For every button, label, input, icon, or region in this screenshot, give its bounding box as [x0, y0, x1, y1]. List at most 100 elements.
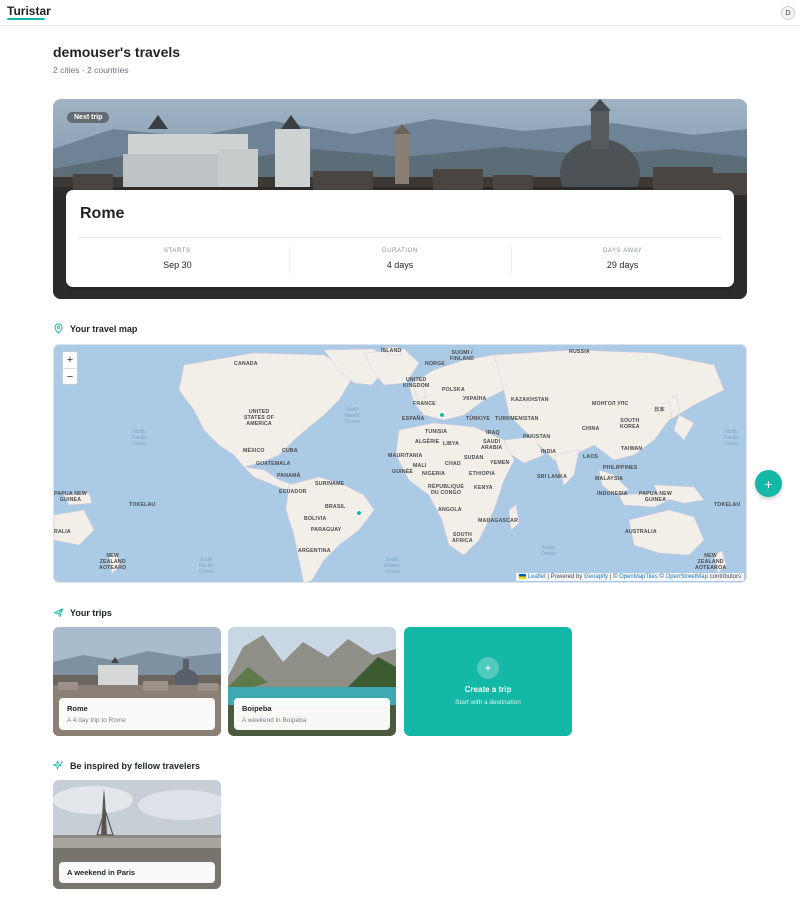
attribution-text: contributors [709, 574, 741, 580]
next-trip-badge: Next trip [67, 112, 110, 123]
zoom-out-button[interactable]: − [63, 368, 77, 384]
map-label: MADAGASCAR [478, 518, 519, 524]
map-label: TURKMENISTAN [495, 416, 539, 422]
create-trip-card[interactable]: + Create a trip Start with a destination [404, 627, 572, 736]
next-trip-hero[interactable]: Next trip Rome STARTS Sep 30 DURATION 4 … [53, 99, 747, 299]
map-label: IRAQ [486, 430, 500, 436]
map-label: SUOMI / FINLAND [450, 350, 475, 362]
map-label: RUSSIA [569, 349, 590, 355]
user-avatar[interactable]: D [781, 6, 795, 20]
map-pin-icon [54, 323, 63, 334]
attribution-link-geoapify[interactable]: Geoapify [584, 574, 608, 580]
app-logo[interactable]: Turistar [7, 4, 51, 18]
map-label: UNITED KINGDOM [403, 377, 430, 389]
map-label: УКРАЇНА [463, 396, 487, 402]
map-attribution: Leaflet | Powered by Geoapify | © OpenMa… [516, 572, 744, 581]
sea-label: South Atlantic Ocean [384, 557, 401, 575]
map-label: NEW ZEALAND AOTEAROA [695, 553, 727, 571]
map-label: PAKISTAN [523, 434, 551, 440]
map-label: PANAMÁ [277, 473, 301, 479]
map-label: LIBYA [443, 441, 460, 447]
map-label: CUBA [282, 448, 298, 454]
next-trip-card[interactable]: Rome STARTS Sep 30 DURATION 4 days DAYS … [66, 190, 734, 287]
map-label: ECUADOR [279, 489, 307, 495]
add-trip-fab[interactable]: + [755, 470, 782, 497]
trip-card-boipeba[interactable]: Boipeba A weekend in Boipeba [228, 627, 396, 736]
attribution-text: © [659, 574, 664, 580]
trip-card-rome[interactable]: Rome A 4 day trip to Rome [53, 627, 221, 736]
divider [78, 237, 722, 238]
inspiration-title: A weekend in Paris [67, 868, 136, 877]
attribution-link-osm[interactable]: OpenStreetMap [666, 574, 708, 580]
stat-value: 29 days [606, 260, 639, 270]
map-label: NEW ZEALAND AOTEARO [99, 553, 127, 571]
attribution-link-openmaptiles[interactable]: OpenMapTiles [619, 574, 658, 580]
map-label: SURINAME [315, 481, 345, 487]
map-label: PHILIPPINES [603, 465, 638, 471]
trip-title: Rome [67, 704, 88, 713]
create-trip-subtitle: Start with a destination [455, 699, 521, 706]
map-label: NORGE [425, 361, 446, 367]
map-label: TOKELAU [129, 502, 156, 508]
trip-card-info: Boipeba A weekend in Boipeba [234, 698, 390, 730]
trip-title: Boipeba [242, 704, 272, 713]
attribution-text: | Powered by [547, 574, 583, 580]
attribution-link-leaflet[interactable]: Leaflet [528, 574, 546, 580]
attribution-text: | © [609, 574, 618, 580]
trip-subtitle: A 4 day trip to Rome [67, 717, 126, 724]
sea-label: North Atlantic Ocean [344, 407, 361, 425]
map-label: PAPUA NEW GUINEA [54, 491, 87, 503]
inspiration-card-paris[interactable]: A weekend in Paris [53, 780, 221, 889]
map-label: CHINA [582, 426, 600, 432]
stat-label: STARTS [163, 248, 191, 254]
map-label: PAPUA NEW GUINEA [639, 491, 672, 503]
map-label: SAUDI ARABIA [481, 439, 503, 451]
trip-marker-rome[interactable] [439, 412, 445, 418]
stat-duration: DURATION 4 days [288, 246, 512, 274]
map-label: BOLIVIA [304, 516, 327, 522]
sea-label: North Pacific Ocean [724, 429, 739, 447]
travel-map[interactable]: + − CANADA UNITED STATES OF AMERICA MÉXI… [53, 344, 747, 583]
trip-subtitle: A weekend in Boipeba [242, 717, 307, 724]
sparkles-icon [53, 760, 64, 770]
page-title: demouser's travels [53, 44, 181, 60]
map-zoom-control: + − [62, 351, 78, 385]
map-label: LAOS [583, 454, 599, 460]
map-label: PARAGUAY [311, 527, 342, 533]
stat-label: DURATION [382, 248, 418, 254]
map-label: RÉPUBLIQUE DU CONGO [428, 484, 465, 496]
map-label: ANGOLA [438, 507, 462, 513]
zoom-in-button[interactable]: + [63, 352, 77, 368]
stat-value: 4 days [386, 260, 414, 270]
map-label: MALI [413, 463, 427, 469]
map-label: MÉXICO [243, 448, 265, 454]
map-label: RALIA [54, 529, 71, 535]
map-label: TAIWAN [621, 446, 643, 452]
active-nav-indicator [7, 18, 45, 20]
map-label: CHAD [445, 461, 461, 467]
top-bar: Turistar D [0, 0, 800, 26]
map-label: ARGENTINA [298, 548, 331, 554]
inspiration-card-info: A weekend in Paris [59, 862, 215, 883]
map-label: YEMEN [490, 460, 510, 466]
section-title: Your travel map [70, 323, 138, 334]
plane-icon [53, 608, 64, 618]
plus-icon: + [477, 657, 499, 679]
map-label: NIGERIA [422, 471, 446, 477]
travel-map-heading: Your travel map [53, 323, 137, 334]
map-label: SRI LANKA [537, 474, 568, 480]
sea-label: Indian Ocean [541, 545, 556, 557]
map-label: POLSKA [442, 387, 465, 393]
stat-label: DAYS AWAY [602, 248, 643, 254]
map-label: МОНГОЛ УЛС [592, 401, 629, 407]
stat-starts: STARTS Sep 30 [66, 248, 289, 270]
map-label: TOKELAU [714, 502, 741, 508]
inspired-heading: Be inspired by fellow travelers [53, 760, 200, 771]
trip-marker-boipeba[interactable] [356, 510, 362, 516]
flag-icon [519, 573, 527, 579]
map-label: ÍSLAND [381, 348, 402, 354]
map-label: INDONESIA [597, 491, 628, 497]
map-label: GUINÉE [392, 469, 414, 475]
sea-label: North Pacific Ocean [132, 429, 147, 447]
map-label: KAZAKHSTAN [511, 397, 549, 403]
